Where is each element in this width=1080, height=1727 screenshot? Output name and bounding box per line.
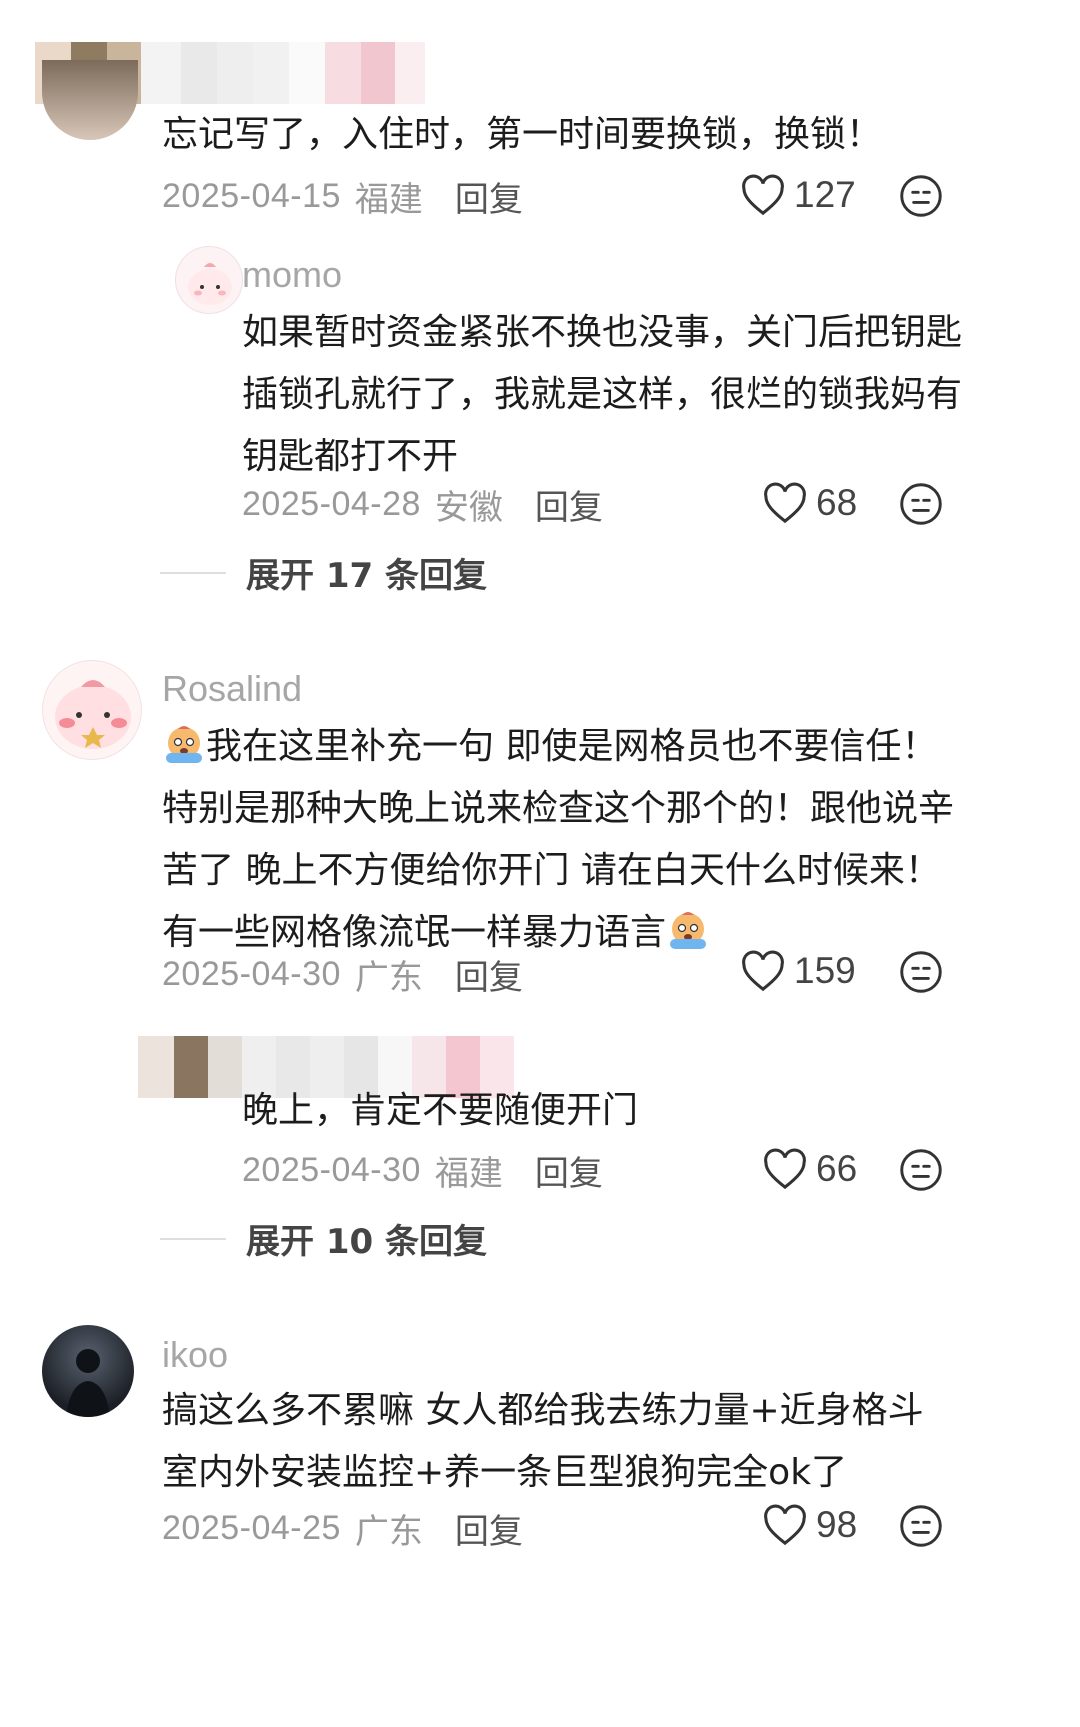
comment-location: 广东 [354, 1512, 423, 1552]
comment-text: 如果暂时资金紧张不换也没事，关门后把钥匙 插锁孔就行了，我就是这样，很烂的锁我妈… [242, 302, 962, 488]
avatar[interactable] [42, 60, 138, 140]
comment-date: 2025-04-30 [242, 1151, 421, 1189]
like-button[interactable]: 159 [740, 950, 856, 992]
comment-date: 2025-04-15 [162, 177, 341, 215]
neutral-face-icon[interactable] [899, 174, 943, 218]
comment-location: 广东 [354, 958, 423, 998]
reply-button[interactable]: 回复 [455, 172, 523, 221]
avatar[interactable] [42, 1325, 134, 1417]
comment-date: 2025-04-28 [242, 485, 421, 523]
crying-emoji-icon [166, 726, 202, 763]
expand-replies-label: 展开 10 条回复 [246, 1222, 487, 1262]
username[interactable]: ikoo [162, 1334, 228, 1376]
pink-bun-avatar-icon [188, 263, 232, 305]
comment-text: 我在这里补充一句 即使是网格员也不要信任！ 特别是那种大晚上说来检查这个那个的！… [162, 716, 954, 964]
avatar[interactable] [42, 660, 142, 760]
comment-date: 2025-04-25 [162, 1509, 341, 1547]
comment-line: 特别是那种大晚上说来检查这个那个的！跟他说辛 [162, 788, 955, 829]
expand-replies-button[interactable]: 展开 17 条回复 [160, 548, 487, 597]
like-count: 66 [816, 1148, 858, 1189]
comment-meta: 2025-04-25 广东 回复 [162, 1504, 523, 1553]
heart-outline-icon [742, 950, 784, 992]
comment-text: 搞这么多不累嘛 女人都给我去练力量+近身格斗 室内外安装监控+养一条巨型狼狗完全… [162, 1380, 924, 1504]
heart-outline-icon [764, 1148, 806, 1190]
like-button[interactable]: 98 [762, 1504, 857, 1546]
expand-replies-button[interactable]: 展开 10 条回复 [160, 1214, 487, 1263]
heart-outline-icon [764, 482, 806, 524]
username[interactable]: Rosalind [162, 668, 302, 710]
like-button[interactable]: 68 [762, 482, 857, 524]
comment-line: 我在这里补充一句 即使是网格员也不要信任！ [162, 716, 954, 778]
comment-date: 2025-04-30 [162, 955, 341, 993]
like-count: 68 [816, 482, 858, 523]
comment-line-text: 我在这里补充一句 即使是网格员也不要信任！ [206, 726, 938, 767]
neutral-face-icon[interactable] [899, 950, 943, 994]
comment-meta: 2025-04-28 安徽 回复 [242, 480, 603, 529]
comment-line: 插锁孔就行了，我就是这样，很烂的锁我妈有 [242, 374, 963, 415]
avatar[interactable] [175, 246, 243, 314]
comment-text: 晚上，肯定不要随便开门 [242, 1090, 639, 1131]
comment-text: 忘记写了，入住时，第一时间要换锁，换锁！ [162, 114, 883, 155]
divider [160, 1237, 226, 1240]
comment-line: 苦了 晚上不方便给你开门 请在白天什么时候来！ [162, 850, 941, 891]
neutral-face-icon[interactable] [899, 1148, 943, 1192]
pink-bun-avatar-icon [55, 680, 131, 749]
divider [160, 571, 226, 574]
reply-button[interactable]: 回复 [535, 480, 603, 529]
like-button[interactable]: 127 [740, 174, 856, 216]
like-count: 159 [794, 950, 856, 991]
like-count: 98 [816, 1504, 858, 1545]
neutral-face-icon[interactable] [899, 1504, 943, 1548]
comment-location: 安徽 [434, 488, 503, 528]
like-count: 127 [794, 174, 856, 215]
heart-outline-icon [764, 1504, 806, 1546]
comment-location: 福建 [434, 1154, 503, 1194]
person-silhouette-avatar-icon [66, 1349, 110, 1417]
username[interactable]: momo [242, 254, 342, 296]
crying-emoji-icon [670, 912, 707, 949]
comment-line: 钥匙都打不开 [242, 436, 459, 477]
comment-line: 室内外安装监控+养一条巨型狼狗完全ok了 [162, 1452, 848, 1493]
comment-line: 如果暂时资金紧张不换也没事，关门后把钥匙 [242, 312, 963, 353]
neutral-face-icon[interactable] [899, 482, 943, 526]
expand-replies-label: 展开 17 条回复 [246, 556, 487, 596]
reply-button[interactable]: 回复 [455, 950, 523, 999]
reply-button[interactable]: 回复 [535, 1146, 603, 1195]
comment-meta: 2025-04-15 福建 回复 [162, 172, 523, 221]
comment-meta: 2025-04-30 福建 回复 [242, 1146, 603, 1195]
heart-outline-icon [742, 174, 784, 216]
comment-line: 搞这么多不累嘛 女人都给我去练力量+近身格斗 [162, 1390, 924, 1431]
comment-meta: 2025-04-30 广东 回复 [162, 950, 523, 999]
reply-button[interactable]: 回复 [455, 1504, 523, 1553]
like-button[interactable]: 66 [762, 1148, 857, 1190]
comment-line-text: 有一些网格像流氓一样暴力语言 [162, 912, 667, 953]
comment-location: 福建 [354, 180, 423, 220]
